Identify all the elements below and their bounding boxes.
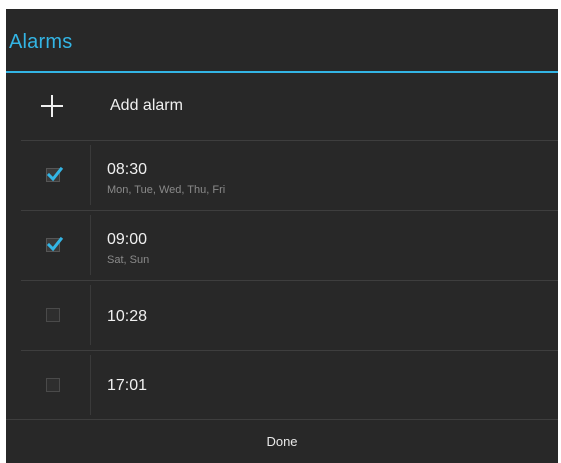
alarm-enabled-checkbox[interactable] (44, 236, 64, 256)
alarm-days: Sat, Sun (107, 254, 150, 266)
checkmark-icon (46, 236, 64, 252)
checkbox-box (46, 378, 60, 392)
alarm-row-1028[interactable]: 10:28 (6, 281, 558, 350)
vertical-divider (90, 215, 91, 275)
alarm-row-0900[interactable]: 09:00 Sat, Sun (6, 211, 558, 280)
vertical-divider (90, 285, 91, 345)
alarm-time: 09:00 (107, 231, 148, 248)
alarm-time: 10:28 (107, 308, 148, 325)
add-alarm-label: Add alarm (110, 97, 183, 114)
checkmark-icon (46, 166, 64, 182)
dialog-title: Alarms (9, 31, 73, 53)
alarm-time: 08:30 (107, 161, 148, 178)
vertical-divider (90, 145, 91, 205)
add-alarm-row[interactable]: Add alarm (6, 73, 558, 140)
alarm-days: Mon, Tue, Wed, Thu, Fri (107, 184, 226, 196)
alarm-time: 17:01 (107, 377, 148, 394)
alarm-row-0830[interactable]: 08:30 Mon, Tue, Wed, Thu, Fri (6, 141, 558, 210)
vertical-divider (90, 355, 91, 415)
done-button[interactable]: Done (6, 420, 558, 463)
plus-icon (41, 95, 63, 117)
checkbox-box (46, 308, 60, 322)
alarm-enabled-checkbox[interactable] (44, 166, 64, 186)
alarm-row-1701[interactable]: 17:01 (6, 351, 558, 420)
title-bar: Alarms (6, 9, 558, 73)
alarm-enabled-checkbox[interactable] (44, 306, 64, 326)
alarm-enabled-checkbox[interactable] (44, 376, 64, 396)
alarms-dialog: Alarms Add alarm 08:30 Mon, Tue, Wed, Th… (6, 9, 558, 463)
